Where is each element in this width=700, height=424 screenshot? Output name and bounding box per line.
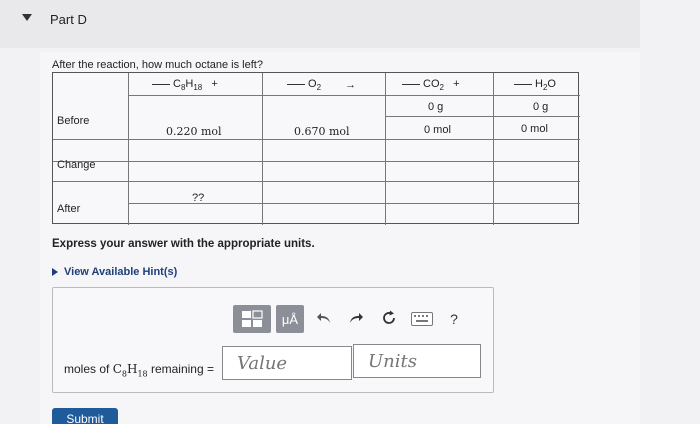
column-o2: O2 bbox=[287, 78, 321, 92]
keyboard-button[interactable] bbox=[410, 310, 434, 328]
reset-button[interactable] bbox=[378, 307, 400, 329]
before-c8h18: 0.220 mol bbox=[166, 125, 222, 138]
instruction-text: Express your answer with the appropriate… bbox=[52, 238, 315, 250]
column-co2: CO2 + bbox=[402, 78, 460, 92]
before-o2: 0.670 mol bbox=[294, 125, 350, 138]
before-h2o-moles: 0 mol bbox=[521, 123, 548, 135]
row-label-before: Before bbox=[57, 115, 90, 127]
coefficient-blank-o2 bbox=[287, 83, 305, 85]
hint-label: View Available Hint(s) bbox=[64, 266, 178, 278]
part-title: Part D bbox=[50, 12, 87, 27]
units-input[interactable] bbox=[353, 344, 481, 378]
units-button[interactable]: μÅ bbox=[276, 305, 304, 333]
coefficient-blank-co2 bbox=[402, 83, 420, 85]
undo-icon bbox=[317, 313, 330, 323]
reaction-arrow: → bbox=[345, 79, 356, 91]
template-icon bbox=[242, 310, 263, 327]
coefficient-blank-c8h18 bbox=[152, 83, 170, 85]
row-label-change: Change bbox=[57, 159, 96, 171]
help-button[interactable]: ? bbox=[446, 309, 462, 329]
undo-button[interactable] bbox=[314, 308, 334, 328]
view-hints-link[interactable]: View Available Hint(s) bbox=[52, 266, 177, 278]
keyboard-icon bbox=[411, 312, 433, 326]
answer-label: moles of C8H18 remaining = bbox=[64, 362, 214, 379]
reset-icon bbox=[383, 310, 395, 324]
coefficient-blank-h2o bbox=[514, 83, 532, 85]
column-c8h18: C8H18 + bbox=[152, 78, 218, 92]
column-h2o: H2O bbox=[514, 78, 556, 92]
redo-button[interactable] bbox=[346, 308, 366, 328]
ice-table bbox=[52, 72, 580, 225]
after-c8h18: ?? bbox=[192, 192, 205, 204]
question-text: After the reaction, how much octane is l… bbox=[52, 59, 263, 71]
row-label-after: After bbox=[57, 203, 81, 215]
part-header[interactable]: Part D bbox=[0, 0, 640, 48]
before-co2-moles: 0 mol bbox=[424, 124, 451, 136]
submit-button[interactable]: Submit bbox=[52, 408, 118, 424]
value-input[interactable] bbox=[222, 346, 352, 380]
before-co2-grams: 0 g bbox=[428, 101, 444, 113]
before-h2o-grams: 0 g bbox=[533, 101, 549, 113]
hint-caret-icon bbox=[52, 268, 58, 276]
template-button[interactable] bbox=[233, 305, 271, 333]
redo-icon bbox=[350, 313, 363, 323]
collapse-caret-icon[interactable] bbox=[22, 14, 32, 21]
